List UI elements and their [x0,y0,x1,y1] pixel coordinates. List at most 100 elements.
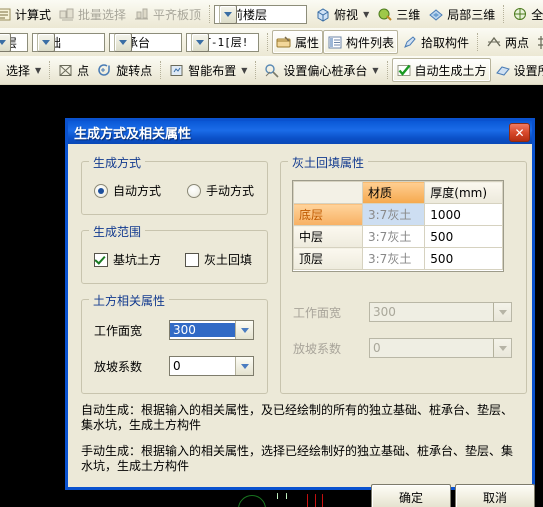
checkbox-label: 基坑土方 [113,253,162,267]
table-row[interactable]: 顶层 3:7灰土 500 [293,247,503,270]
backfill-working-face-width-value: 300 [373,305,396,319]
point-icon [58,63,74,78]
backfill-table[interactable]: 材质 厚度(mm) 底层 3:7灰土 1000 中层 3:7灰土 500 顶层 … [292,180,504,272]
toolbar-label: 构件列表 [346,35,395,50]
chevron-down-icon[interactable] [37,32,55,52]
current-floor-combo[interactable]: 当前楼层 [214,4,308,24]
slope-coefficient-combo[interactable]: 0 [169,356,254,376]
toolbar-button-grid[interactable] [533,30,543,54]
dialog-titlebar[interactable]: 生成方式及相关属性 ✕ [68,121,532,144]
toolbar-label: 平齐板顶 [153,7,202,22]
column-header-thickness[interactable]: 厚度(mm) [424,181,503,204]
checkbox-empty-icon [185,252,200,267]
toolbar-button-properties[interactable]: 属性 [272,30,324,54]
backfill-props-group-title: 灰土回填属性 [288,154,369,171]
column-header-material[interactable]: 材质 [361,181,426,204]
category-combo[interactable]: 基础 [32,32,105,52]
toolbar-button-calc-formula[interactable]: 计算式 [0,2,55,26]
toolbar-button-align-slab-top[interactable]: 平齐板顶 [130,2,205,26]
row-header-top-layer[interactable]: 顶层 [293,247,363,270]
toolbar-button-rotate-point-tool[interactable]: 旋转点 [93,58,156,82]
cad-line [307,494,308,507]
chevron-down-icon[interactable] [235,321,253,339]
toolbar-label: 计算式 [15,7,52,22]
set-all-icon [495,63,511,78]
toolbar-row-1: 计算式 批量选择 平齐板顶 当前楼层 俯视 ▼ 三维 局部三维 全 [0,0,543,29]
slope-coefficient-label: 放坡系数 [94,360,143,374]
toolbar-label: 选择 [6,63,31,78]
radio-label: 手动方式 [206,184,255,198]
instance-combo[interactable]: ZCT-1[层! [186,32,259,52]
component-combo[interactable]: 桩承台 [109,32,182,52]
toolbar-label: 自动生成土方 [414,63,487,78]
chevron-down-icon[interactable]: ▼ [241,66,247,75]
toolbar-button-top-view[interactable]: 俯视 ▼ [311,2,373,26]
chevron-down-icon[interactable]: ▼ [363,10,369,19]
properties-icon [276,35,292,50]
chevron-down-icon [493,339,511,357]
toolbar-button-select-tool[interactable]: 选择 ▼ [2,58,45,82]
chevron-down-icon[interactable]: ▼ [35,66,41,75]
toolbar-button-point-tool[interactable]: 点 [54,58,93,82]
table-row[interactable]: 中层 3:7灰土 500 [293,225,503,248]
toolbar-label: 智能布置 [188,63,237,78]
floor-combo[interactable]: 础层 [0,32,28,52]
chevron-down-icon[interactable] [235,357,253,375]
app-root: 计算式 批量选择 平齐板顶 当前楼层 俯视 ▼ 三维 局部三维 全 桩承台 ZC… [0,0,543,507]
working-face-width-combo[interactable]: 300 [169,320,254,340]
toolbar-button-fullscreen[interactable]: 全屏 [508,2,543,26]
radio-auto-method[interactable]: 自动方式 [94,182,161,199]
chevron-down-icon[interactable] [0,32,11,52]
toolbar-button-component-list[interactable]: 构件列表 [323,30,399,54]
grid-icon [537,35,543,50]
chevron-down-icon[interactable] [114,32,132,52]
backfill-props-group: 灰土回填属性 材质 厚度(mm) 底层 3:7灰土 1000 中层 3:7灰土 … [280,154,527,394]
toolbar-label: 三维 [396,7,421,22]
earthwork-props-group: 土方相关属性 工作面宽 300 放坡系数 0 [81,292,268,394]
toolbar-button-auto-generate-earthwork[interactable]: 自动生成土方 [391,58,491,82]
toolbar-separator [255,61,257,79]
check-green-icon [396,63,412,78]
toolbar-button-two-point[interactable]: 两点 [482,30,533,54]
checkbox-lime-backfill[interactable]: 灰土回填 [185,251,252,268]
close-icon[interactable]: ✕ [509,123,530,142]
backfill-grid: 材质 厚度(mm) 底层 3:7灰土 1000 中层 3:7灰土 500 顶层 … [293,181,503,270]
cell-thickness[interactable]: 500 [424,225,503,248]
description-auto: 自动生成：根据输入的相关属性，及已经绘制的所有的独立基础、桩承台、垫层、集水坑，… [81,403,514,432]
toolbar-label: 局部三维 [447,7,496,22]
toolbar-button-set-eccentric-cap[interactable]: 设置偏心桩承台 ▼ [260,58,382,82]
cell-material[interactable]: 3:7灰土 [361,225,426,248]
dialog-title: 生成方式及相关属性 [74,127,192,142]
toolbar-label: 设置偏心桩承台 [283,63,368,78]
cancel-button[interactable]: 取消 [455,484,535,507]
toolbar-button-pick-component[interactable]: 拾取构件 [398,30,473,54]
fullscreen-icon [512,7,528,22]
cad-line [322,494,323,507]
cell-thickness[interactable]: 1000 [424,203,503,226]
row-header-bottom-layer[interactable]: 底层 [293,203,363,226]
cell-thickness[interactable]: 500 [424,247,503,270]
working-face-width-label: 工作面宽 [94,324,143,338]
cell-material[interactable]: 3:7灰土 [361,247,426,270]
chevron-down-icon[interactable] [191,32,209,52]
ok-button[interactable]: 确定 [371,484,451,507]
row-header-middle-layer[interactable]: 中层 [293,225,363,248]
checkbox-pit-earthwork[interactable]: 基坑土方 [94,251,161,268]
chevron-down-icon[interactable] [219,4,238,24]
toolbar-button-batch-select[interactable]: 批量选择 [55,2,130,26]
table-row[interactable]: 底层 3:7灰土 1000 [293,203,503,226]
radio-manual-method[interactable]: 手动方式 [187,182,254,199]
chevron-down-icon[interactable]: ▼ [372,66,378,75]
generate-method-group-title: 生成方式 [89,154,146,171]
table-header-row: 材质 厚度(mm) [293,181,503,204]
generate-method-group: 生成方式 自动方式 手动方式 [81,154,268,215]
toolbar-button-smart-layout[interactable]: 智能布置 ▼ [165,58,251,82]
toolbar-button-set-all[interactable]: 设置所 [491,58,543,82]
generate-scope-group: 生成范围 基坑土方 灰土回填 [81,223,268,284]
cell-material[interactable]: 3:7灰土 [361,203,426,226]
toolbar-button-local-three-d[interactable]: 局部三维 [424,2,499,26]
rotate-point-icon [97,63,113,78]
toolbar-button-three-d[interactable]: 三维 [373,2,424,26]
description-manual: 手动生成：根据输入的相关属性，选择已经绘制好的独立基础、桩承台、垫层、集水坑，生… [81,444,514,473]
toolbar-separator [160,61,162,79]
